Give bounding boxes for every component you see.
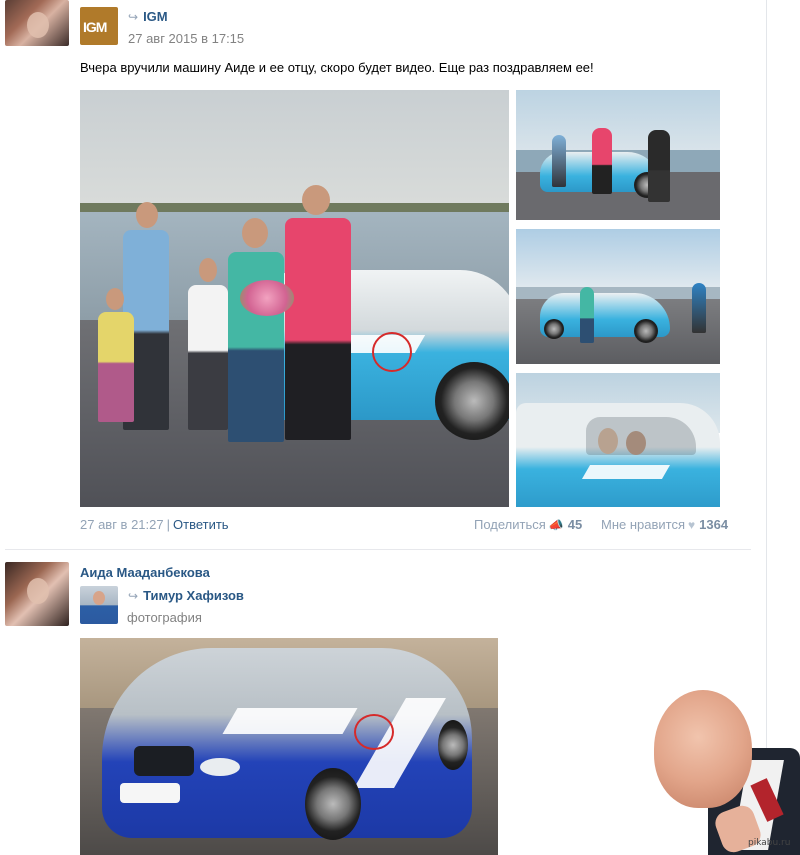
share-label: Поделиться	[474, 517, 546, 532]
author-name-link[interactable]: Аида Мааданбекова	[80, 565, 210, 580]
thumbnail-photo-3[interactable]	[516, 373, 720, 507]
reply-link[interactable]: Ответить	[173, 517, 229, 532]
car-photo[interactable]	[80, 638, 498, 855]
like-button[interactable]: Мне нравится ♥ 1364	[601, 517, 728, 532]
main-photo[interactable]	[80, 90, 509, 507]
annotation-circle	[372, 332, 412, 372]
reposted-author-link[interactable]: ↪ Тимур Хафизов	[128, 588, 244, 603]
user-avatar-2[interactable]	[5, 562, 69, 626]
reposted-author-avatar[interactable]	[80, 586, 118, 624]
annotation-circle-2	[354, 714, 394, 750]
like-label: Мне нравится	[601, 517, 686, 532]
meme-overlay-image	[648, 690, 800, 855]
like-count: 1364	[699, 517, 729, 532]
post-subtitle: фотография	[127, 610, 202, 625]
group-logo[interactable]: IGM	[80, 7, 118, 45]
repost-arrow-icon: ↪	[128, 10, 139, 24]
share-count: 45	[567, 517, 583, 532]
post-footer: 27 авг в 21:27 | Ответить	[80, 517, 229, 532]
group-logo-text: IGM	[83, 19, 107, 35]
thumbnail-photo-2[interactable]	[516, 229, 720, 364]
thumbnail-photo-1[interactable]	[516, 90, 720, 220]
post-text: Вчера вручили машину Аиде и ее отцу, ско…	[80, 60, 594, 75]
footer-separator: |	[166, 517, 171, 532]
post-divider	[5, 549, 751, 550]
share-button[interactable]: Поделиться 📣 45	[474, 517, 582, 532]
group-name-link[interactable]: ↪ IGM	[128, 9, 168, 24]
comment-date[interactable]: 27 авг в 21:27	[80, 517, 164, 532]
reposted-author-name: Тимур Хафизов	[143, 588, 244, 603]
post-date[interactable]: 27 авг 2015 в 17:15	[128, 31, 244, 46]
heart-icon: ♥	[688, 518, 696, 532]
megaphone-icon: 📣	[548, 518, 564, 532]
group-name: IGM	[143, 9, 168, 24]
user-avatar[interactable]	[5, 0, 69, 46]
repost-arrow-icon: ↪	[128, 589, 139, 603]
watermark-text: pikabu.ru	[748, 838, 791, 848]
